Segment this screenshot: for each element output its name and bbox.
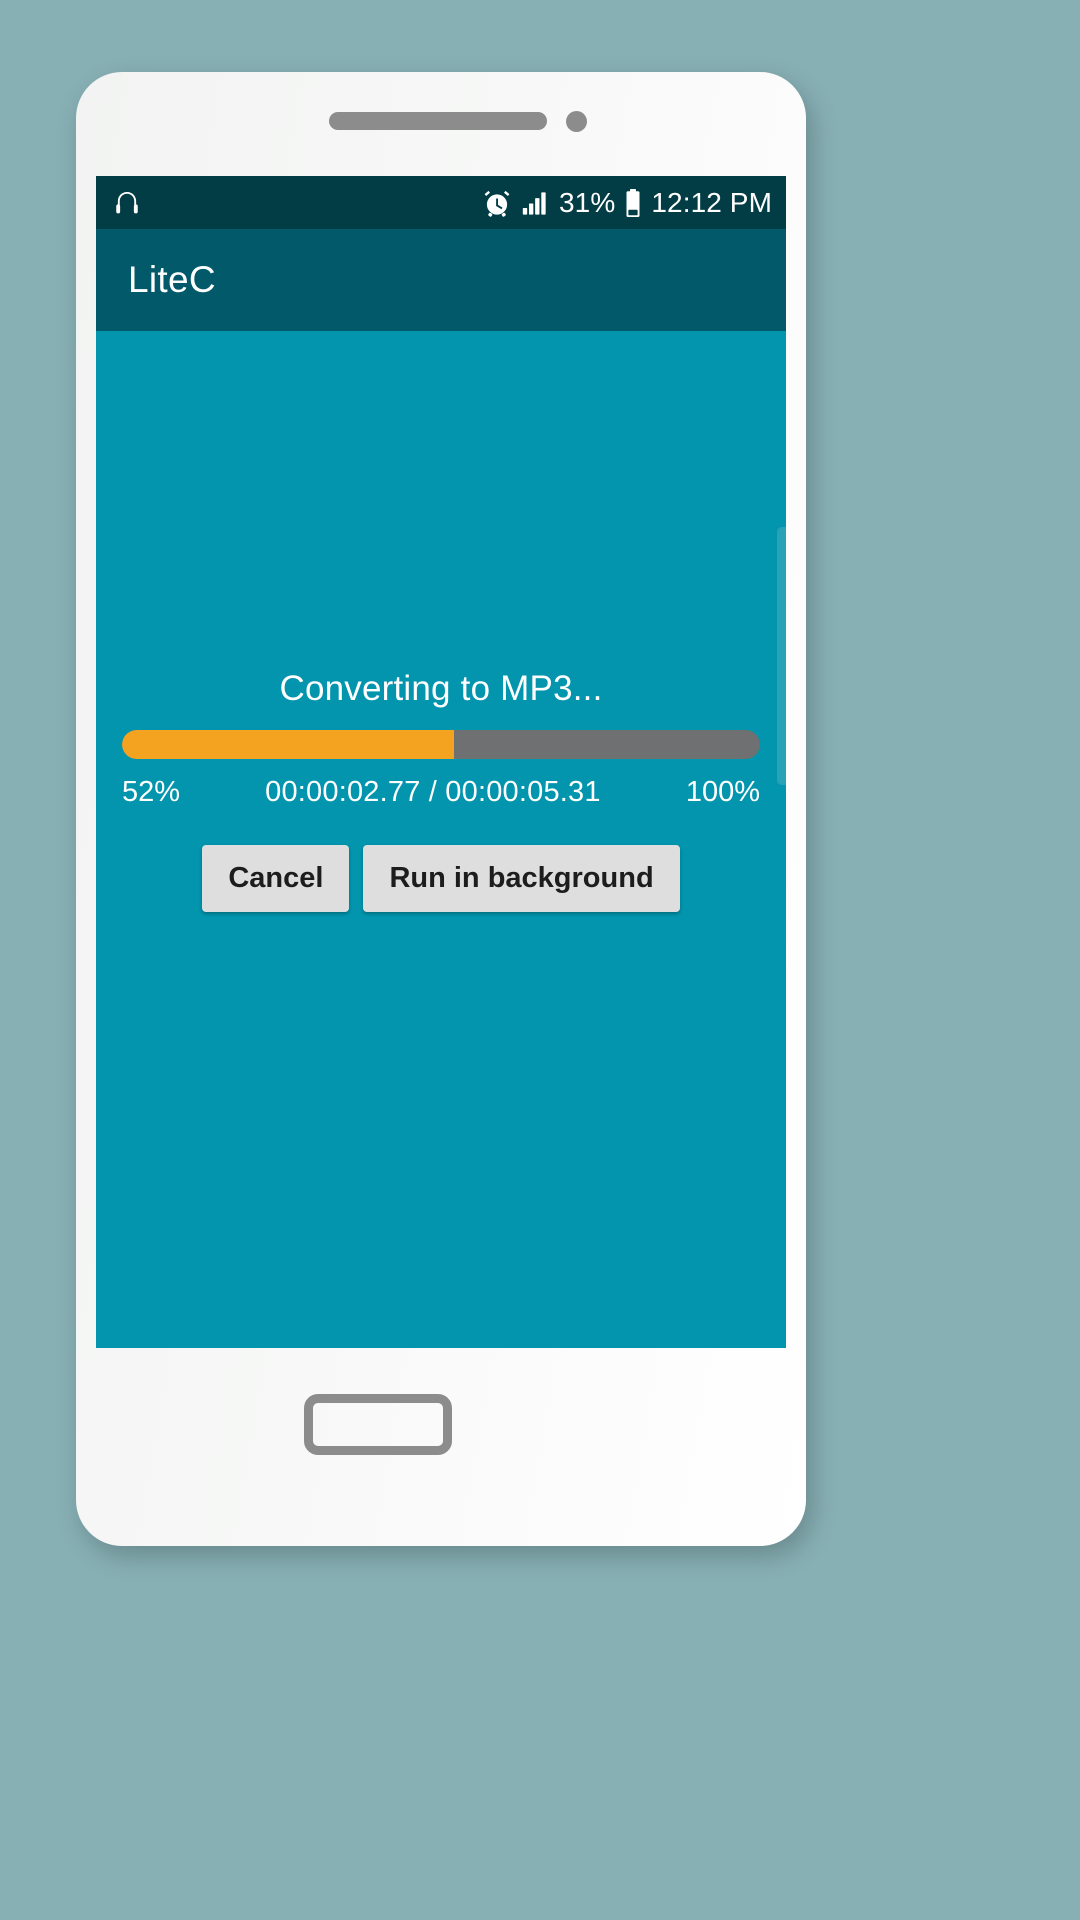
battery-percent-label: 31% [559,186,616,218]
app-bar: LiteC [96,229,786,331]
battery-icon [624,188,642,218]
alarm-clock-icon [482,188,512,218]
screen-content: Converting to MP3... 52% 00:00:02.77 / 0… [96,331,786,1348]
cancel-button[interactable]: Cancel [202,845,350,912]
dialog-button-row: Cancel Run in background [120,845,762,912]
home-button[interactable] [304,1394,452,1455]
progress-bar-track [122,730,760,759]
headphones-icon [112,188,142,218]
progress-meta-row: 52% 00:00:02.77 / 00:00:05.31 100% [120,776,762,809]
phone-screen: 31% 12:12 PM LiteC Converting to MP3... [96,176,786,1348]
app-title: LiteC [128,259,216,300]
front-camera-icon [566,111,587,132]
progress-dialog: Converting to MP3... 52% 00:00:02.77 / 0… [96,669,786,912]
phone-frame: 31% 12:12 PM LiteC Converting to MP3... [76,72,806,1546]
status-bar-clock: 12:12 PM [651,186,772,218]
progress-min-label: 52% [122,776,181,808]
speaker-grille-icon [329,112,547,130]
run-in-background-button[interactable]: Run in background [363,845,680,912]
progress-status-label: Converting to MP3... [279,669,603,708]
status-bar-right-icons: 31% 12:12 PM [482,188,772,218]
status-bar-left-icons [112,188,142,218]
progress-max-label: 100% [685,776,760,808]
progress-bar-fill [122,730,454,759]
progress-time-label: 00:00:02.77 / 00:00:05.31 [265,776,601,808]
status-bar: 31% 12:12 PM [96,176,786,229]
signal-bars-icon [521,188,550,217]
